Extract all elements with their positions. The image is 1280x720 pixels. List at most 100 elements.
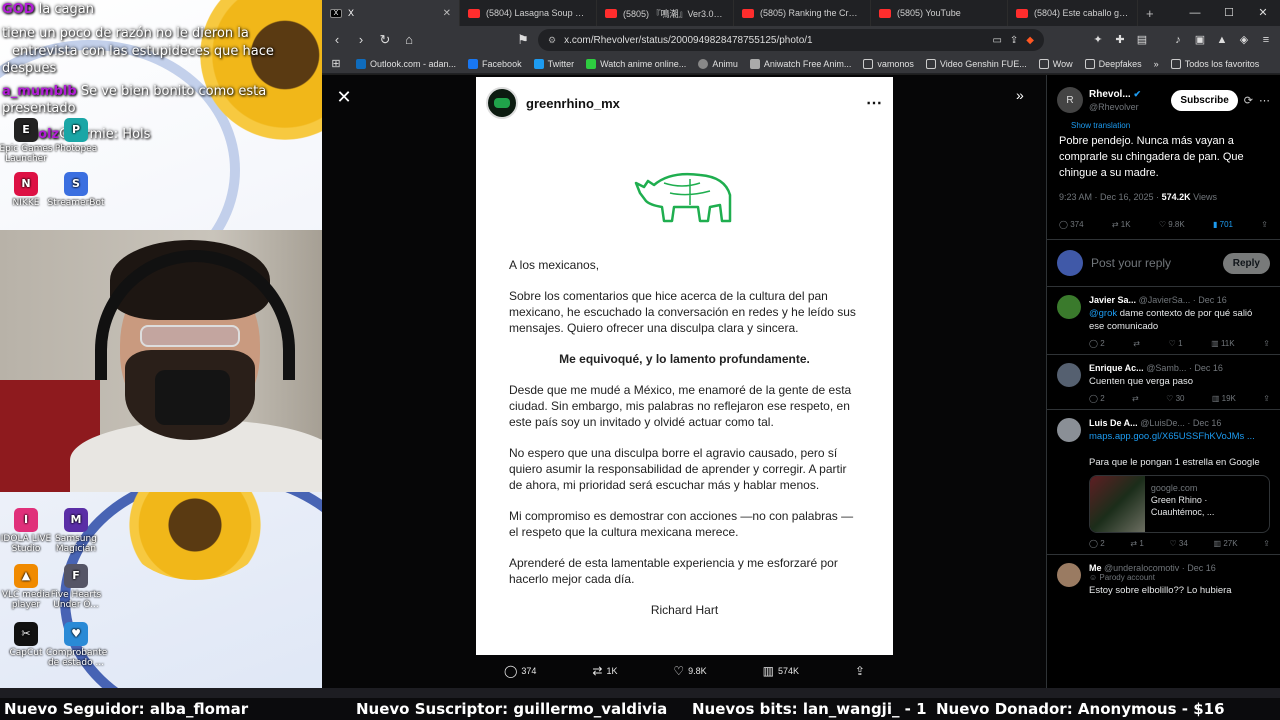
share-icon[interactable]: ⇪ [1261,220,1268,229]
vpn-icon[interactable]: ◈ [1236,32,1252,48]
browser-tab[interactable]: X X ✕ [322,0,460,26]
grok-icon[interactable]: ⟳ [1244,94,1253,107]
reply-button[interactable]: ◯ 2 [1089,394,1105,403]
new-tab-icon[interactable]: + [1138,6,1162,21]
comment-text: Estoy sobre elbolillo?? Lo hubiera [1089,585,1232,596]
close-tab-icon[interactable]: ✕ [443,8,451,19]
repost-button[interactable]: ⇄ 1 [1130,539,1143,548]
views-button[interactable]: ▥ 11K [1211,339,1234,348]
avatar[interactable]: R [1057,87,1083,113]
browser-tab[interactable]: (5804) Este caballo gano la t [1008,0,1138,26]
avatar[interactable] [1057,295,1081,319]
extension-icon[interactable]: ✦ [1090,32,1106,48]
globe-icon [698,58,709,69]
like-button[interactable]: ♡ 9.8K [673,664,706,678]
apps-grid-icon[interactable]: ⊞ [328,56,344,72]
views-button[interactable]: ▥ 574K [763,664,799,678]
like-button[interactable]: ♡ 34 [1170,539,1188,548]
music-icon[interactable]: ♪ [1170,32,1186,48]
comment[interactable]: Luis De A... @LuisDe... · Dec 16 maps.ap… [1047,410,1280,555]
repost-button[interactable]: ⇄ [1133,339,1140,348]
reload-icon[interactable]: ↻ [376,31,394,49]
views-button[interactable]: ▥ 27K [1214,539,1238,548]
share-button[interactable]: ⇪ [855,664,865,678]
comment[interactable]: Me @underalocomotiv · Dec 16 ☺ Parody ac… [1047,555,1280,603]
link-preview-card[interactable]: google.com Green Rhino · Cuauhtémoc, ... [1089,475,1270,533]
bookmark-folder[interactable]: Todos los favoritos [1170,58,1259,69]
subscribe-button[interactable]: Subscribe [1171,89,1238,111]
like-button[interactable]: ♡ 1 [1169,339,1183,348]
minimize-icon[interactable]: — [1178,0,1212,26]
close-icon[interactable]: ✕ [334,87,354,107]
chat-message: despues [2,61,57,76]
forward-icon[interactable]: › [352,31,370,49]
bookmark-folder[interactable]: Deepfakes [1084,58,1142,69]
maximize-icon[interactable]: ☐ [1212,0,1246,26]
bookmark-item[interactable]: Aniwatch Free Anim... [749,58,851,69]
bookmark-button[interactable]: ▮ 701 [1213,220,1233,229]
bookmark-item[interactable]: Twitter [533,58,574,69]
comment-text: Cuenten que verga paso [1089,376,1194,387]
desktop-shortcut[interactable]: S StreamerBot [46,172,106,208]
avatar[interactable] [1057,563,1081,587]
bookmark-item[interactable]: Outlook.com - adan... [356,58,456,69]
bookmark-icon[interactable]: ⚑ [514,31,532,49]
views-button[interactable]: ▥ 19K [1212,394,1236,403]
browser-tab[interactable]: (5805) 『鳴潮』Ver3.0PV | 星 [597,0,734,26]
rewards-icon[interactable]: ▲ [1214,32,1230,48]
chat-message: GOD la cagan [2,2,94,17]
share-icon[interactable]: ⇪ [1263,394,1270,403]
share-icon[interactable]: ⇪ [1010,35,1018,46]
browser-tab[interactable]: (5805) Ranking the Craziest [734,0,871,26]
back-icon[interactable]: ‹ [328,31,346,49]
comment[interactable]: Enrique Ac... @Samb... · Dec 16 Cuenten … [1047,355,1280,410]
browser-tab[interactable]: (5804) Lasagna Soup @Lion [460,0,597,26]
bookmark-folder[interactable]: Wow [1038,58,1073,69]
verified-icon: ✔ [1133,88,1142,99]
show-translation-link[interactable]: Show translation [1047,117,1280,130]
menu-icon[interactable]: ≡ [1258,32,1274,48]
maps-link[interactable]: maps.app.goo.gl/X65USSFhKVoJMs ... [1089,431,1255,442]
home-icon[interactable]: ⌂ [400,31,418,49]
reply-button[interactable]: ◯ 374 [1059,220,1084,229]
more-bookmarks-icon[interactable]: » [1154,59,1159,69]
bookmark-item[interactable]: Animu [698,58,738,69]
puzzle-icon[interactable]: ✚ [1112,32,1128,48]
expand-icon[interactable]: » [1016,87,1024,103]
reply-button[interactable]: ◯ 2 [1089,539,1105,548]
repost-button[interactable]: ⇄ 1K [1112,220,1131,229]
cast-icon[interactable]: ▭ [992,35,1001,46]
comment[interactable]: Javier Sa... @JavierSa... · Dec 16 @grok… [1047,287,1280,355]
desktop-shortcut[interactable]: P Photopea [46,118,106,154]
url-text[interactable]: x.com/Rhevolver/status/20009498284787551… [564,35,984,46]
repost-button[interactable]: ⇄ 1K [592,664,617,678]
bookmark-folder[interactable]: Video Genshin FUE... [925,58,1027,69]
browser-tab[interactable]: (5805) YouTube [871,0,1008,26]
desktop-shortcut[interactable]: ♥ Comprobante de estado ... [46,622,107,668]
reply-button[interactable]: ◯ 374 [504,664,536,678]
share-icon[interactable]: ⇪ [1263,339,1270,348]
reply-button[interactable]: ◯ 2 [1089,339,1105,348]
repost-button[interactable]: ⇄ [1132,394,1139,403]
author-handle[interactable]: @Rhevolver [1089,101,1165,113]
reply-submit-button[interactable]: Reply [1222,252,1270,274]
reply-input[interactable]: Post your reply [1091,256,1215,270]
bookmark-item[interactable]: Watch anime online... [586,58,686,69]
site-info-icon[interactable]: ⚙ [548,35,556,46]
address-bar[interactable]: ⚙ x.com/Rhevolver/status/200094982847875… [538,29,1044,51]
avatar[interactable] [1057,418,1081,442]
sidebar-icon[interactable]: ▤ [1134,32,1150,48]
bookmark-folder[interactable]: vamonos [863,58,914,69]
close-window-icon[interactable]: ✕ [1246,0,1280,26]
desktop-shortcut[interactable]: M Samsung Magician [46,508,106,554]
brave-shield-icon[interactable]: ◆ [1026,35,1034,46]
like-button[interactable]: ♡ 30 [1166,394,1184,403]
desktop-shortcut[interactable]: F Five Hearts Under O... [46,564,106,610]
avatar[interactable] [1057,363,1081,387]
more-options-icon[interactable]: ⋯ [1259,94,1270,107]
author-name[interactable]: Rhevol... ✔ [1089,88,1165,101]
share-icon[interactable]: ⇪ [1263,539,1270,548]
like-button[interactable]: ♡ 9.8K [1159,220,1185,229]
wallet-icon[interactable]: ▣ [1192,32,1208,48]
bookmark-item[interactable]: Facebook [468,58,522,69]
